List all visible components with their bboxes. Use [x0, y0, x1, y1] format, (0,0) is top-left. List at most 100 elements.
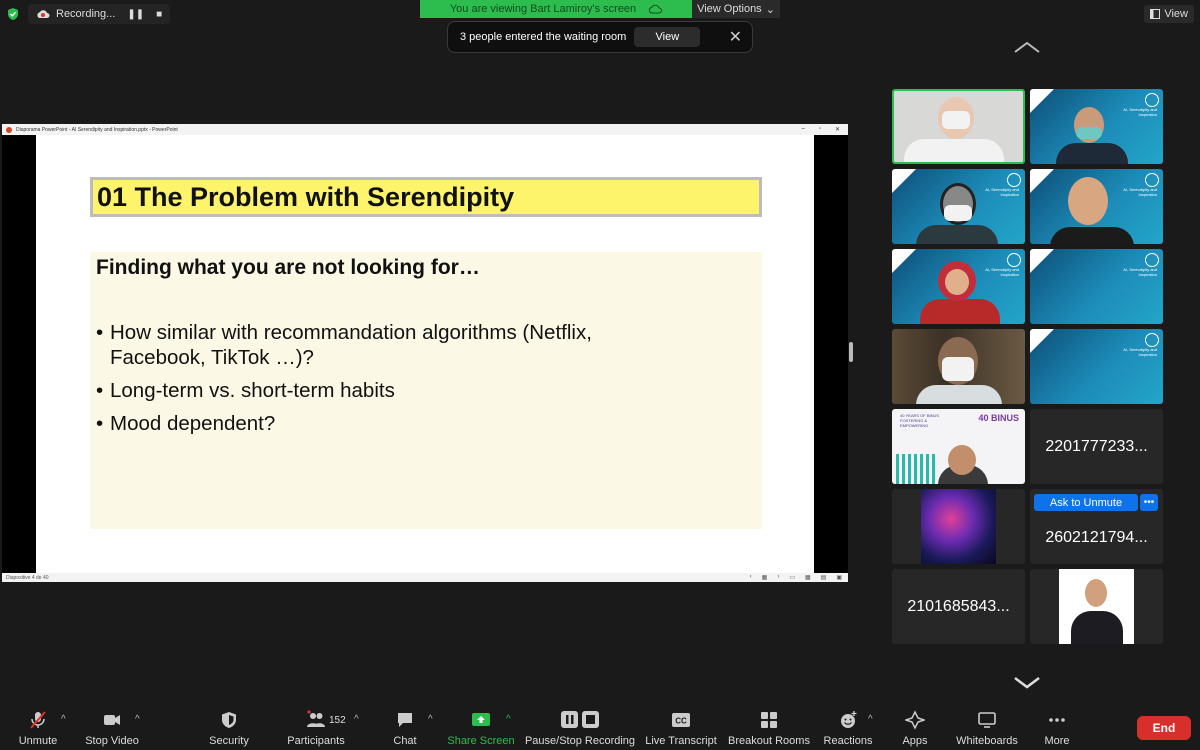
- face-mask: [942, 357, 974, 381]
- video-tile[interactable]: AI, Serendipity and Inspiration: [892, 249, 1025, 324]
- sorter-view-icon[interactable]: ▦: [805, 574, 811, 581]
- whiteboards-label: Whiteboards: [956, 735, 1018, 747]
- window-title: Diaporama PowerPoint - AI Serendipity an…: [16, 126, 178, 133]
- close-icon[interactable]: ✕: [729, 27, 742, 47]
- whiteboard-icon: [978, 712, 996, 728]
- powerpoint-icon: [6, 126, 12, 133]
- face-mask: [1076, 127, 1102, 139]
- chevron-down-icon[interactable]: [1013, 675, 1041, 689]
- video-camera-icon: [104, 715, 120, 725]
- recording-indicator[interactable]: Recording... ❚❚ ■: [28, 4, 171, 24]
- video-tile[interactable]: 40 YEARS OF BINUS FOSTERING & EMPOWERING…: [892, 409, 1025, 484]
- share-screen-label: Share Screen: [447, 735, 515, 747]
- chevron-down-icon: ⌄: [765, 3, 775, 16]
- slideshow-icon[interactable]: ▣: [836, 574, 842, 581]
- slide-heading: Finding what you are not looking for…: [96, 256, 480, 279]
- live-transcript-button[interactable]: CC Live Transcript: [636, 710, 726, 747]
- caret-up-icon[interactable]: ^: [354, 714, 359, 725]
- video-tile[interactable]: [892, 329, 1025, 404]
- apps-icon: [905, 710, 925, 730]
- thumb-title: AI, Serendipity and Inspiration: [1123, 267, 1157, 277]
- participant-body: [916, 385, 1002, 404]
- ask-to-unmute-button[interactable]: Ask to Unmute: [1034, 494, 1138, 511]
- participant-body: [1050, 227, 1134, 244]
- resize-handle[interactable]: [849, 342, 853, 362]
- shield-check-icon[interactable]: [6, 7, 20, 21]
- avatar: [1059, 569, 1134, 644]
- shared-screen: Diaporama PowerPoint - AI Serendipity an…: [2, 124, 848, 582]
- breakout-rooms-button[interactable]: Breakout Rooms: [724, 710, 814, 747]
- video-tile[interactable]: 2101685843...: [892, 569, 1025, 644]
- security-button[interactable]: Security: [184, 710, 274, 747]
- cloud-recording-icon: [37, 10, 50, 18]
- chevron-up-icon[interactable]: [1013, 40, 1041, 54]
- slide-content-box: Finding what you are not looking for… • H…: [90, 252, 762, 529]
- breakout-rooms-label: Breakout Rooms: [728, 735, 810, 747]
- slide-bullets: • How similar with recommandation algorit…: [96, 320, 670, 444]
- stop-video-button[interactable]: Stop Video: [67, 710, 157, 747]
- thumb-title: AI, Serendipity and Inspiration: [1123, 187, 1157, 197]
- presentation-slide: 01 The Problem with Serendipity Finding …: [36, 135, 814, 573]
- stop-video-label: Stop Video: [85, 735, 139, 747]
- thumb-title: AI, Serendipity and Inspiration: [1123, 347, 1157, 357]
- video-tile[interactable]: AI, Serendipity and Inspiration: [1030, 249, 1163, 324]
- layout-icon: [1150, 9, 1161, 19]
- participant-id: 2101685843...: [907, 597, 1010, 615]
- close-window-icon[interactable]: ✕: [835, 126, 840, 133]
- share-screen-icon: [472, 713, 490, 726]
- view-options-dropdown[interactable]: View Options ⌄: [692, 0, 780, 18]
- bullet-item: • Mood dependent?: [96, 412, 276, 435]
- shield-icon: [222, 712, 236, 728]
- binus-logo: 40 BINUS: [978, 413, 1019, 423]
- avatar: [921, 489, 996, 564]
- participant-head: [948, 445, 976, 475]
- caret-up-icon[interactable]: ^: [506, 714, 511, 725]
- stop-recording-icon[interactable]: ■: [156, 9, 162, 20]
- video-tile-speaker[interactable]: [892, 89, 1025, 164]
- live-transcript-label: Live Transcript: [645, 735, 717, 747]
- slide-counter: Diapositive 4 de 40: [6, 574, 49, 581]
- caret-up-icon[interactable]: ^: [135, 714, 140, 725]
- video-tile[interactable]: 2201777233...: [1030, 409, 1163, 484]
- video-tile[interactable]: [1030, 569, 1163, 644]
- bar-graphic: [896, 454, 936, 484]
- minimize-icon[interactable]: –: [801, 126, 804, 133]
- pause-stop-recording-button[interactable]: Pause/Stop Recording: [525, 710, 635, 747]
- video-tile[interactable]: AI, Serendipity and Inspiration: [1030, 89, 1163, 164]
- view-layout-button[interactable]: View: [1144, 5, 1194, 23]
- end-meeting-button[interactable]: End: [1137, 716, 1191, 740]
- microphone-muted-icon: [30, 711, 46, 729]
- participant-body: [904, 139, 1004, 162]
- video-tile[interactable]: AI, Serendipity and Inspiration: [1030, 169, 1163, 244]
- more-button[interactable]: More: [1012, 710, 1102, 747]
- participants-button[interactable]: Participants: [271, 710, 361, 747]
- smiley-icon: [841, 711, 857, 728]
- video-tile[interactable]: AI, Serendipity and Inspiration: [892, 169, 1025, 244]
- more-options-button[interactable]: •••: [1140, 494, 1158, 511]
- caret-up-icon[interactable]: ^: [428, 714, 433, 725]
- video-tile[interactable]: [892, 489, 1025, 564]
- reading-view-icon[interactable]: ▤: [821, 574, 827, 581]
- slides-grid-icon[interactable]: ▦: [762, 574, 768, 581]
- apps-label: Apps: [902, 735, 928, 747]
- pause-stop-recording-icon: [561, 711, 599, 728]
- cloud-icon: [649, 4, 663, 14]
- pause-recording-icon[interactable]: ❚❚: [127, 9, 144, 20]
- thumb-title: AI, Serendipity and Inspiration: [1123, 107, 1157, 117]
- share-screen-button[interactable]: Share Screen: [436, 710, 526, 747]
- participant-id: 2201777233...: [1045, 437, 1148, 455]
- caret-up-icon[interactable]: ^: [61, 714, 66, 725]
- prev-slide-icon[interactable]: ‹: [750, 574, 752, 581]
- maximize-icon[interactable]: ▫: [819, 126, 821, 133]
- top-left-status: Recording... ❚❚ ■: [6, 4, 171, 24]
- participants-icon: [307, 710, 325, 727]
- video-tile[interactable]: AI, Serendipity and Inspiration: [1030, 329, 1163, 404]
- normal-view-icon[interactable]: ▭: [789, 574, 795, 581]
- unmute-label: Unmute: [18, 735, 58, 747]
- waiting-room-message: 3 people entered the waiting room: [460, 31, 627, 43]
- face-mask: [944, 205, 972, 221]
- chat-label: Chat: [393, 735, 417, 747]
- waiting-room-notification: 3 people entered the waiting room View ✕: [447, 21, 753, 53]
- next-slide-icon[interactable]: ›: [777, 574, 779, 581]
- waiting-room-view-button[interactable]: View: [634, 27, 701, 47]
